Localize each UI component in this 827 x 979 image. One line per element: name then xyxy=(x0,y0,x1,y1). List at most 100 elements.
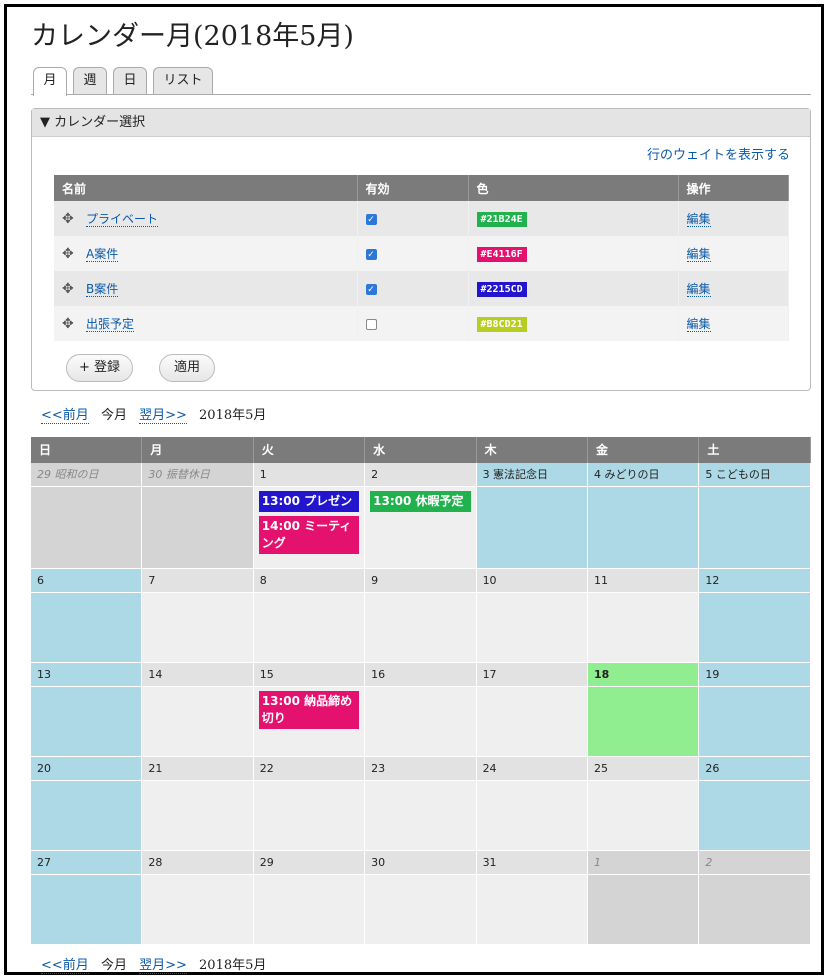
add-calendar-button[interactable]: + 登録 xyxy=(66,354,133,382)
next-month-link[interactable]: 翌月>> xyxy=(139,408,187,424)
day-cell[interactable]: 4 みどりの日 xyxy=(587,463,700,569)
day-cell[interactable]: 10 xyxy=(476,569,588,663)
calendar-select-panel: ▼ カレンダー選択 行のウェイトを表示する 名前 有効 色 操作 ✥ プライベート… xyxy=(31,108,811,391)
day-number: 14 xyxy=(142,663,253,687)
tab-day[interactable]: 日 xyxy=(113,67,147,94)
name-cell: ✥ 出張予定 xyxy=(54,306,358,341)
day-cell[interactable]: 27 xyxy=(31,851,143,945)
color-cell: #2215CD xyxy=(468,271,679,306)
day-cell[interactable]: 29 xyxy=(253,851,366,945)
week-row: 20 21 22 23 24 25 26 xyxy=(31,757,811,851)
calendar-name-link[interactable]: プライベート xyxy=(86,212,159,227)
drag-handle-icon[interactable]: ✥ xyxy=(62,281,76,297)
color-swatch[interactable]: #B8CD21 xyxy=(476,316,527,332)
color-swatch[interactable]: #2215CD xyxy=(476,281,527,297)
col-header-operation: 操作 xyxy=(678,175,789,201)
day-number: 1 xyxy=(587,851,699,875)
day-cell[interactable]: 25 xyxy=(587,757,700,851)
calendar-event[interactable]: 13:00 休暇予定 xyxy=(370,491,471,512)
day-cell[interactable]: 9 xyxy=(365,569,477,663)
day-cell[interactable]: 15 13:00 納品締め切り xyxy=(253,663,366,757)
color-swatch[interactable]: #E4116F xyxy=(476,246,527,262)
day-cell[interactable]: 1 13:00 プレゼン 14:00 ミーティング xyxy=(253,463,366,569)
operation-cell: 編集 xyxy=(678,306,789,341)
day-cell[interactable]: 3 憲法記念日 xyxy=(476,463,588,569)
day-cell[interactable]: 6 xyxy=(31,569,143,663)
calendar-select-table: 名前 有効 色 操作 ✥ プライベート ✓ #21B24E 編集 ✥ A案件 ✓ #E4116F… xyxy=(54,175,789,341)
day-cell[interactable]: 16 xyxy=(365,663,477,757)
calendar-event[interactable]: 13:00 納品締め切り xyxy=(258,691,360,729)
calendar-row: ✥ 出張予定 #B8CD21 編集 xyxy=(54,306,789,341)
edit-link[interactable]: 編集 xyxy=(686,212,711,227)
tab-month[interactable]: 月 xyxy=(33,67,67,96)
calendar-event[interactable]: 13:00 プレゼン xyxy=(258,491,360,512)
enabled-checkbox[interactable]: ✓ xyxy=(365,213,377,225)
month-label: 2018年5月 xyxy=(199,408,267,423)
day-cell[interactable]: 30 振替休日 xyxy=(142,463,254,569)
day-cell[interactable]: 2 xyxy=(699,851,811,945)
drag-handle-icon[interactable]: ✥ xyxy=(62,246,76,262)
day-number: 9 xyxy=(365,569,476,593)
day-number: 12 xyxy=(699,569,810,593)
enabled-checkbox[interactable]: ✓ xyxy=(365,283,377,295)
day-cell[interactable]: 8 xyxy=(253,569,366,663)
edit-link[interactable]: 編集 xyxy=(686,317,711,332)
day-cell[interactable]: 20 xyxy=(31,757,143,851)
edit-link[interactable]: 編集 xyxy=(686,247,711,262)
col-header-name: 名前 xyxy=(54,175,358,201)
operation-cell: 編集 xyxy=(678,236,789,271)
next-month-link-bottom[interactable]: 翌月>> xyxy=(139,958,187,974)
enabled-checkbox[interactable]: ✓ xyxy=(365,248,377,260)
day-cell[interactable]: 22 xyxy=(253,757,366,851)
day-cell[interactable]: 31 xyxy=(476,851,588,945)
window-frame: カレンダー月(2018年5月) 月 週 日 リスト ▼ カレンダー選択 行のウェ… xyxy=(4,4,824,975)
day-cell[interactable]: 7 xyxy=(142,569,254,663)
day-cell[interactable]: 12 xyxy=(699,569,811,663)
day-cell[interactable]: 19 xyxy=(699,663,811,757)
day-cell[interactable]: 11 xyxy=(587,569,700,663)
day-cell[interactable]: 23 xyxy=(365,757,477,851)
view-tabs: 月 週 日 リスト xyxy=(31,65,811,96)
day-number: 23 xyxy=(365,757,476,781)
day-cell[interactable]: 1 xyxy=(587,851,700,945)
calendar-name-link[interactable]: 出張予定 xyxy=(86,317,135,332)
week-row: 27 28 29 30 31 1 2 xyxy=(31,851,811,945)
edit-link[interactable]: 編集 xyxy=(686,282,711,297)
day-cell[interactable]: 5 こどもの日 xyxy=(699,463,811,569)
day-number: 10 xyxy=(476,569,587,593)
day-cell[interactable]: 30 xyxy=(365,851,477,945)
calendar-select-toggle[interactable]: ▼ カレンダー選択 xyxy=(32,109,810,137)
day-cell[interactable]: 21 xyxy=(142,757,254,851)
tab-list[interactable]: リスト xyxy=(153,67,213,94)
day-cell[interactable]: 13 xyxy=(31,663,143,757)
day-cell[interactable]: 26 xyxy=(699,757,811,851)
color-cell: #21B24E xyxy=(468,201,679,236)
apply-button[interactable]: 適用 xyxy=(159,354,215,382)
calendar-event[interactable]: 14:00 ミーティング xyxy=(258,516,360,554)
calendar-name-link[interactable]: A案件 xyxy=(86,247,119,262)
prev-month-link-bottom[interactable]: <<前月 xyxy=(41,958,89,974)
calendar-name-link[interactable]: B案件 xyxy=(86,282,119,297)
enabled-checkbox[interactable] xyxy=(365,318,377,330)
day-cell[interactable]: 29 昭和の日 xyxy=(31,463,143,569)
day-cell[interactable]: 2 13:00 休暇予定 xyxy=(365,463,477,569)
tab-week[interactable]: 週 xyxy=(73,67,107,94)
show-row-weights-link[interactable]: 行のウェイトを表示する xyxy=(647,144,790,163)
drag-handle-icon[interactable]: ✥ xyxy=(62,316,76,332)
day-cell[interactable]: 28 xyxy=(142,851,254,945)
day-cell[interactable]: 18 xyxy=(587,663,700,757)
day-cell[interactable]: 24 xyxy=(476,757,588,851)
prev-month-link[interactable]: <<前月 xyxy=(41,408,89,424)
day-number: 25 xyxy=(587,757,699,781)
week-row: 6 7 8 9 10 11 12 xyxy=(31,569,811,663)
col-header-enabled: 有効 xyxy=(357,175,469,201)
day-cell[interactable]: 14 xyxy=(142,663,254,757)
month-label-bottom: 2018年5月 xyxy=(199,958,267,973)
day-number: 15 xyxy=(253,663,365,687)
drag-handle-icon[interactable]: ✥ xyxy=(62,211,76,227)
color-swatch[interactable]: #21B24E xyxy=(476,211,527,227)
day-cell[interactable]: 17 xyxy=(476,663,588,757)
day-number: 11 xyxy=(587,569,699,593)
calendar-row: ✥ A案件 ✓ #E4116F 編集 xyxy=(54,236,789,271)
day-number: 24 xyxy=(476,757,587,781)
